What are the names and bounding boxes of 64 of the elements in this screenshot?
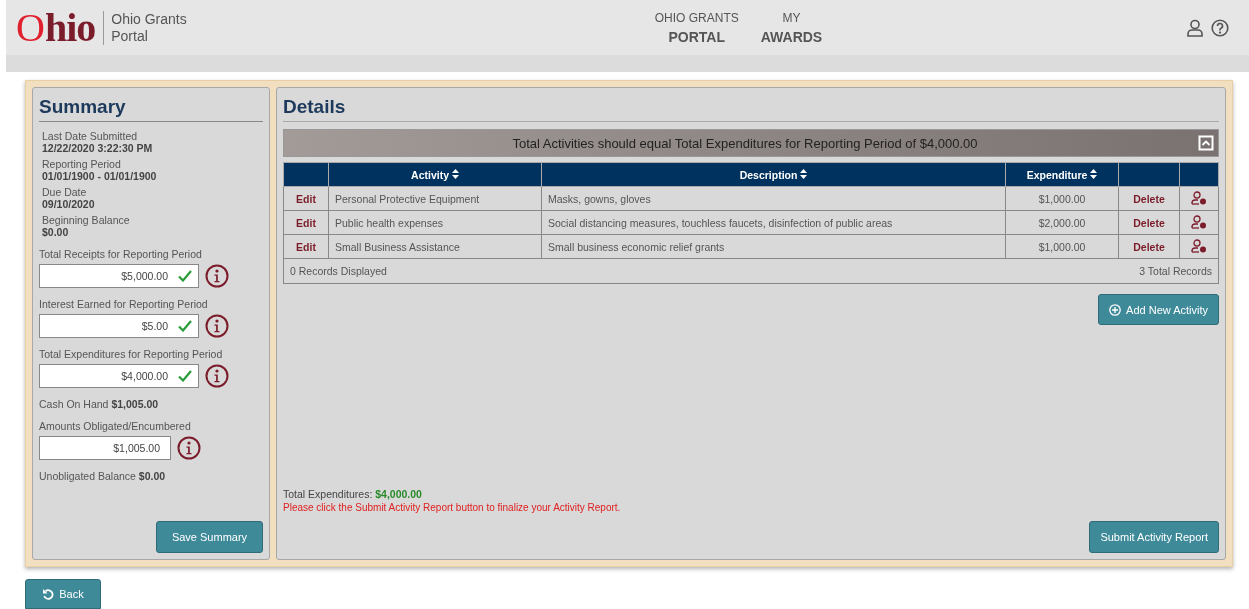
collapse-icon[interactable] xyxy=(1198,135,1214,151)
field-label: Amounts Obligated/Encumbered xyxy=(39,420,192,432)
amount-field[interactable]: $5,000.00 xyxy=(39,264,199,288)
finalize-notice: Please click the Submit Activity Report button to finalize your Activity Report. xyxy=(283,502,622,513)
amount-field[interactable]: $5.00 xyxy=(39,314,199,338)
field-label: Total Expenditures for Reporting Period xyxy=(39,348,224,360)
check-icon xyxy=(178,270,192,282)
sort-icon[interactable] xyxy=(451,168,459,179)
column-header[interactable]: Expenditure xyxy=(1005,162,1119,187)
info-value: 01/01/1900 - 01/01/1900 xyxy=(42,170,158,182)
info-icon[interactable] xyxy=(205,364,229,388)
total-line: Unobligated Balance $0.00 xyxy=(39,470,167,482)
info-label: Reporting Period xyxy=(42,158,122,170)
user-icon[interactable] xyxy=(1186,18,1204,37)
submit-report-button[interactable]: Submit Activity Report xyxy=(1089,521,1219,553)
column-header[interactable]: Activity xyxy=(328,162,542,187)
records-displayed: 0 Records Displayed xyxy=(290,265,387,277)
info-label: Due Date xyxy=(42,186,88,198)
check-icon xyxy=(178,370,192,382)
column-header[interactable]: Description xyxy=(541,162,1006,187)
banner-text: Total Activities should equal Total Expenditures for Reporting Period of $4,000.00 xyxy=(511,135,979,151)
info-value: $0.00 xyxy=(42,226,70,238)
save-summary-button[interactable]: Save Summary xyxy=(156,521,263,553)
check-icon xyxy=(178,320,192,332)
info-icon[interactable] xyxy=(205,264,229,288)
add-activity-button[interactable]: Add New Activity xyxy=(1098,294,1219,325)
table-cell: $1,000.00 xyxy=(1005,234,1119,259)
sort-icon[interactable] xyxy=(1090,168,1098,179)
info-value: 12/22/2020 3:22:30 PM xyxy=(42,142,154,154)
help-icon[interactable] xyxy=(1211,18,1229,37)
amount-field[interactable]: $4,000.00 xyxy=(39,364,199,388)
table-cell: Personal Protective Equipment xyxy=(328,186,542,211)
info-label: Beginning Balance xyxy=(42,214,131,226)
details-title: Details xyxy=(283,96,1219,122)
info-icon[interactable] xyxy=(177,436,201,460)
back-button[interactable]: Back xyxy=(25,579,101,609)
user-remove-icon[interactable] xyxy=(1191,190,1207,205)
total-line: Cash On Hand $1,005.00 xyxy=(39,398,160,410)
sort-icon[interactable] xyxy=(800,168,808,179)
info-icon[interactable] xyxy=(205,314,229,338)
info-label: Last Date Submitted xyxy=(42,130,139,142)
plus-circle-icon xyxy=(1109,303,1122,316)
summary-title: Summary xyxy=(39,96,263,122)
field-label: Total Receipts for Reporting Period xyxy=(39,248,203,260)
info-value: 09/10/2020 xyxy=(42,198,96,210)
table-cell: Social distancing measures, touchless faucets, disinfection of public areas xyxy=(541,210,1006,235)
table-cell: Public health expenses xyxy=(328,210,542,235)
user-remove-icon[interactable] xyxy=(1191,214,1207,229)
nav-link[interactable]: MY AWARDS xyxy=(760,10,823,45)
total-records: 3 Total Records xyxy=(1139,265,1212,277)
nav-link[interactable]: OHIO GRANTS PORTAL xyxy=(654,10,739,45)
amount-field[interactable]: $1,005.00 xyxy=(39,436,171,460)
table-cell: $2,000.00 xyxy=(1005,210,1119,235)
table-cell: Small business economic relief grants xyxy=(541,234,1006,259)
field-label: Interest Earned for Reporting Period xyxy=(39,298,209,310)
portal-name: Ohio Grants Portal xyxy=(103,10,187,45)
table-cell: $1,000.00 xyxy=(1005,186,1119,211)
user-remove-icon[interactable] xyxy=(1191,238,1207,253)
column-header xyxy=(283,162,329,187)
ohio-logo[interactable]: Ohio xyxy=(16,7,96,48)
undo-icon xyxy=(42,588,55,600)
table-cell: Masks, gowns, gloves xyxy=(541,186,1006,211)
total-expenditures: Total Expenditures: $4,000.00 xyxy=(283,488,423,500)
table-cell: Small Business Assistance xyxy=(328,234,542,259)
